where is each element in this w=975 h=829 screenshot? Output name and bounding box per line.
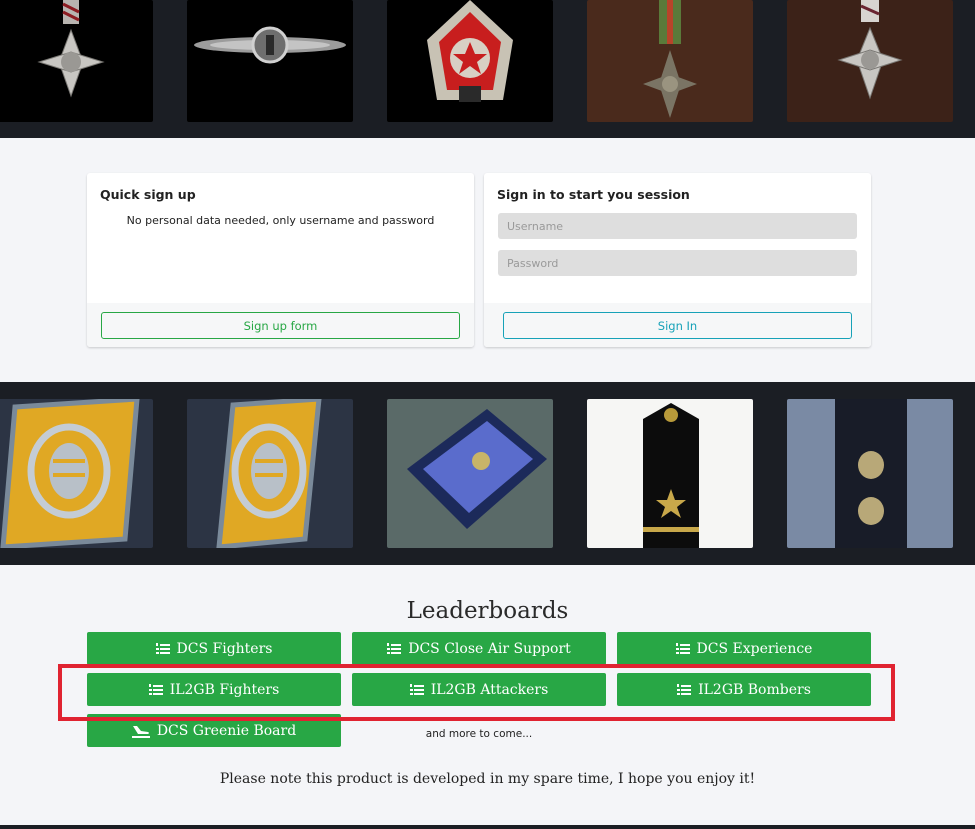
signup-form-button[interactable]: Sign up form [101,312,460,339]
leaderboard-dcs-fighters-button[interactable]: DCS Fighters [87,632,341,665]
leaderboard-dcs-experience-button[interactable]: DCS Experience [617,632,871,665]
medal-image-4 [587,0,753,122]
footer-note: Please note this product is developed in… [219,771,756,787]
plane-landing-icon [131,724,150,738]
medal-image-3 [387,0,553,122]
highlight-box [58,664,895,721]
leaderboard-dcs-cas-button[interactable]: DCS Close Air Support [352,632,606,665]
insignia-image-4 [587,399,753,548]
more-to-come-text: and more to come... [425,728,533,740]
medal-image-1 [0,0,153,122]
button-label: DCS Greenie Board [156,722,297,739]
quick-signup-card: Quick sign up No personal data needed, o… [87,173,474,347]
signin-button[interactable]: Sign In [503,312,852,339]
password-input[interactable] [498,250,857,276]
list-ol-icon [387,642,402,655]
list-ol-icon [155,642,170,655]
medals-gallery [0,0,975,138]
insignia-image-2 [187,399,353,548]
button-label: DCS Close Air Support [408,640,571,657]
medal-image-2 [187,0,353,122]
leaderboards-title: Leaderboards [406,598,569,624]
insignia-image-5 [787,399,953,548]
username-input[interactable] [498,213,857,239]
insignia-image-1 [0,399,153,548]
insignia-gallery [0,382,975,565]
signin-title: Sign in to start you session [497,187,690,202]
signin-card: Sign in to start you session Sign In [484,173,871,347]
button-label: DCS Fighters [176,640,273,657]
button-label: DCS Experience [696,640,813,657]
quick-signup-title: Quick sign up [100,187,196,202]
list-ol-icon [675,642,690,655]
bottom-divider [0,825,975,829]
insignia-image-3 [387,399,553,548]
medal-image-5 [787,0,953,122]
quick-signup-description: No personal data needed, only username a… [126,214,435,227]
